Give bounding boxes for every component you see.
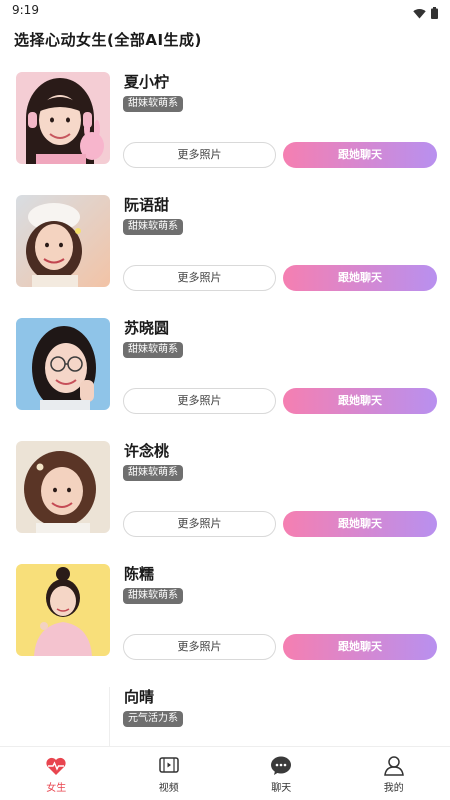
chat-with-her-button[interactable]: 跟她聊天 — [283, 634, 437, 660]
girl-name: 许念桃 — [124, 442, 170, 460]
more-photos-button[interactable]: 更多照片 — [123, 634, 276, 660]
girl-card: 阮语甜 甜妹软萌系 更多照片 跟她聊天 — [0, 183, 450, 306]
girl-name: 陈糯 — [124, 565, 155, 583]
video-icon — [159, 756, 179, 778]
girl-style-tag: 元气活力系 — [123, 711, 183, 727]
girl-style-tag: 甜妹软萌系 — [123, 219, 183, 235]
tab-label: 我的 — [383, 783, 404, 794]
girl-style-tag: 甜妹软萌系 — [123, 588, 183, 604]
girl-name: 阮语甜 — [124, 196, 170, 214]
girl-name: 夏小柠 — [124, 73, 170, 91]
girl-card: 苏晓圆 甜妹软萌系 更多照片 跟她聊天 — [0, 306, 450, 429]
girl-photo[interactable] — [16, 72, 110, 164]
page-title: 选择心动女生(全部AI生成) — [14, 31, 202, 49]
wifi-icon — [413, 4, 426, 23]
girl-card: 许念桃 甜妹软萌系 更多照片 跟她聊天 — [0, 429, 450, 552]
more-photos-button[interactable]: 更多照片 — [123, 511, 276, 537]
more-photos-button[interactable]: 更多照片 — [123, 142, 276, 168]
girl-style-tag: 甜妹软萌系 — [123, 96, 183, 112]
girl-photo[interactable] — [16, 441, 110, 533]
tab-label: 视频 — [158, 783, 179, 794]
tab-label: 女生 — [46, 783, 67, 794]
tab-girls[interactable]: 女生 — [0, 747, 113, 800]
tab-video[interactable]: 视频 — [113, 747, 226, 800]
profile-icon — [383, 756, 405, 780]
girl-card: 陈糯 甜妹软萌系 更多照片 跟她聊天 — [0, 552, 450, 675]
bottom-tab-bar: 女生 视频 聊天 我的 — [0, 746, 450, 800]
status-time: 9:19 — [12, 3, 39, 17]
battery-icon — [431, 4, 438, 23]
tab-profile[interactable]: 我的 — [338, 747, 450, 800]
girl-name: 向晴 — [124, 688, 155, 706]
status-bar: 9:19 — [0, 0, 450, 22]
girl-style-tag: 甜妹软萌系 — [123, 465, 183, 481]
more-photos-button[interactable]: 更多照片 — [123, 265, 276, 291]
girl-photo[interactable] — [16, 318, 110, 410]
heart-pulse-icon — [45, 756, 67, 780]
more-photos-button[interactable]: 更多照片 — [123, 388, 276, 414]
chat-with-her-button[interactable]: 跟她聊天 — [283, 265, 437, 291]
girl-photo[interactable] — [16, 687, 110, 746]
tab-chat[interactable]: 聊天 — [225, 747, 338, 800]
girl-name: 苏晓圆 — [124, 319, 170, 337]
chat-with-her-button[interactable]: 跟她聊天 — [283, 511, 437, 537]
girl-list[interactable]: 夏小柠 甜妹软萌系 更多照片 跟她聊天 阮语甜 甜妹软萌系 更多照片 跟她聊天 — [0, 60, 450, 746]
chat-with-her-button[interactable]: 跟她聊天 — [283, 388, 437, 414]
girl-style-tag: 甜妹软萌系 — [123, 342, 183, 358]
tab-label: 聊天 — [271, 783, 292, 794]
status-icons — [413, 4, 438, 23]
chat-icon — [270, 756, 292, 780]
girl-card: 向晴 元气活力系 — [0, 675, 450, 746]
girl-card: 夏小柠 甜妹软萌系 更多照片 跟她聊天 — [0, 60, 450, 183]
girl-photo[interactable] — [16, 564, 110, 656]
chat-with-her-button[interactable]: 跟她聊天 — [283, 142, 437, 168]
girl-photo[interactable] — [16, 195, 110, 287]
